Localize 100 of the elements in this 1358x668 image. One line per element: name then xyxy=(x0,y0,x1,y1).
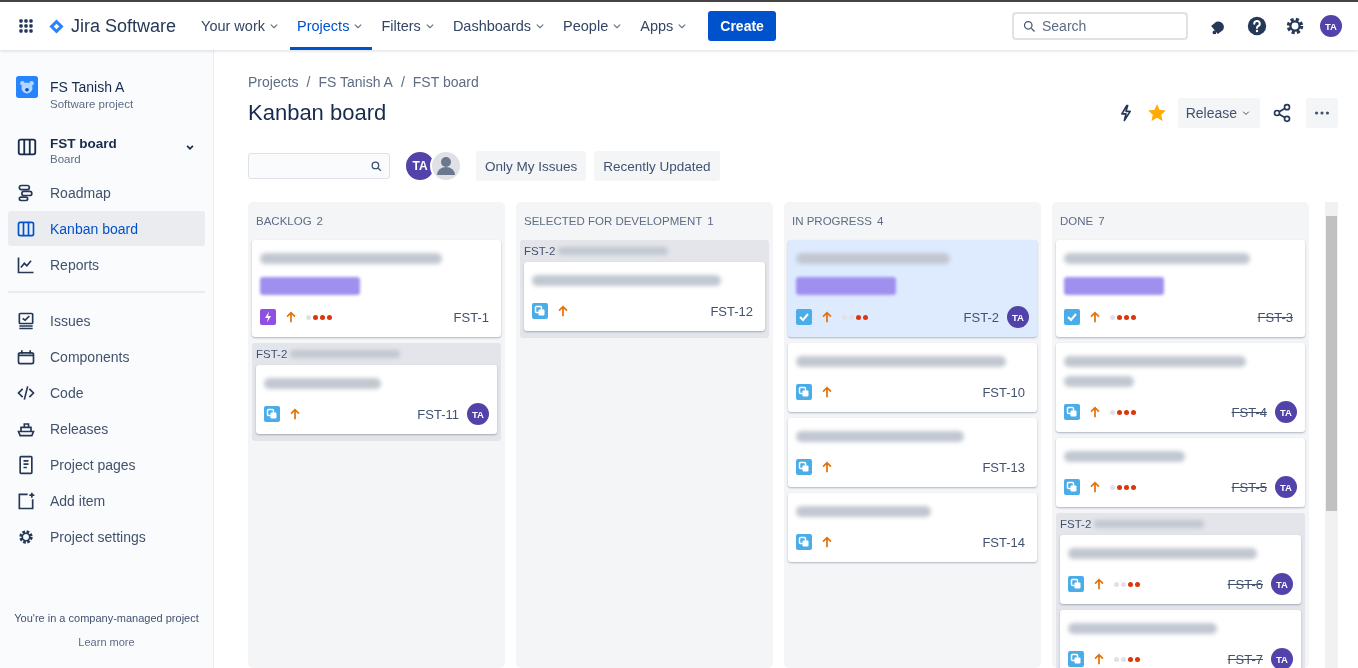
nav-menu[interactable]: Dashboards xyxy=(445,2,555,50)
priority-arrow-icon xyxy=(820,459,834,475)
sidebar-item[interactable]: Kanban board xyxy=(8,211,205,246)
parent-key[interactable]: FST-2 xyxy=(524,245,556,257)
issue-key[interactable]: FST-10 xyxy=(982,384,1025,400)
issue-key[interactable]: FST-14 xyxy=(982,534,1025,550)
page-icon xyxy=(16,454,36,475)
monitor-icon xyxy=(16,310,36,331)
share-icon[interactable] xyxy=(1272,103,1292,123)
priority-arrow-icon xyxy=(820,384,834,400)
sidebar-item[interactable]: Roadmap xyxy=(8,175,205,210)
assignee-avatar[interactable]: TA xyxy=(1271,573,1293,595)
sidebar-item[interactable]: Issues xyxy=(8,303,205,338)
priority-arrow-icon xyxy=(1088,404,1102,420)
sidebar-item[interactable]: Project pages xyxy=(8,447,205,482)
issue-key[interactable]: FST-1 xyxy=(453,309,489,325)
nav-menu[interactable]: Your work xyxy=(194,2,288,50)
issue-card[interactable]: FST-7 TA xyxy=(1060,610,1301,668)
scrollbar[interactable] xyxy=(1325,202,1338,668)
user-avatar[interactable]: TA xyxy=(1320,15,1342,37)
search-icon xyxy=(370,159,383,173)
priority-arrow-icon xyxy=(288,406,302,422)
issue-key[interactable]: FST-7 xyxy=(1227,651,1263,667)
diamond-logo-icon xyxy=(48,17,65,35)
filter-button[interactable]: Only My Issues xyxy=(476,151,587,181)
assignee-avatar[interactable]: TA xyxy=(1275,476,1297,498)
priority-arrow-icon xyxy=(556,303,570,319)
person-avatar-icon[interactable] xyxy=(430,150,462,182)
product-name[interactable]: Jira Software xyxy=(71,15,177,37)
filter-search-field[interactable] xyxy=(248,153,390,179)
learn-more-link[interactable]: Learn more xyxy=(8,636,205,648)
breadcrumb-link[interactable]: FST board xyxy=(412,74,479,90)
filter-button[interactable]: Recently Updated xyxy=(594,151,720,181)
issue-key[interactable]: FST-3 xyxy=(1257,309,1293,325)
issue-card[interactable]: FST-1 xyxy=(252,240,501,337)
issue-key[interactable]: FST-12 xyxy=(710,303,753,319)
issue-count: 2 xyxy=(316,215,323,227)
issue-card[interactable]: FST-14 xyxy=(788,493,1037,562)
breadcrumb-link[interactable]: Projects xyxy=(248,74,299,90)
priority-arrow-icon xyxy=(1088,309,1102,325)
priority-arrow-icon xyxy=(1088,479,1102,495)
issue-card[interactable]: FST-11 TA xyxy=(256,365,497,434)
nav-menu[interactable]: Filters xyxy=(374,2,444,50)
priority-arrow-icon xyxy=(1092,651,1106,667)
search-field[interactable]: Search xyxy=(1012,12,1188,40)
column-name: BACKLOG xyxy=(256,215,312,227)
project-type: Software project xyxy=(50,98,134,110)
sidebar-item[interactable]: Project settings xyxy=(8,519,205,554)
issue-card[interactable]: FST-10 xyxy=(788,343,1037,412)
sidebar-item[interactable]: Reports xyxy=(8,247,205,282)
help-icon[interactable] xyxy=(1246,15,1268,37)
priority-arrow-icon xyxy=(1092,576,1106,592)
nav-menu[interactable]: Apps xyxy=(633,2,697,50)
page-title: Kanban board xyxy=(248,100,388,126)
assignee-avatar[interactable]: TA xyxy=(1007,306,1029,328)
breadcrumb-separator: / xyxy=(400,74,405,90)
issue-key[interactable]: FST-13 xyxy=(982,459,1025,475)
settings-icon[interactable] xyxy=(1284,15,1306,37)
star-icon[interactable] xyxy=(1147,104,1166,122)
add-page-icon xyxy=(16,490,36,511)
sidebar-item[interactable]: Components xyxy=(8,339,205,374)
breadcrumb-link[interactable]: FS Tanish A xyxy=(318,74,393,90)
breadcrumb-separator: / xyxy=(306,74,311,90)
sidebar-item[interactable]: Code xyxy=(8,375,205,410)
nav-menu[interactable]: Projects xyxy=(290,2,373,50)
column-name: IN PROGRESS xyxy=(792,215,872,227)
release-button[interactable]: Release xyxy=(1177,98,1260,128)
nav-menu[interactable]: People xyxy=(556,2,632,50)
create-button[interactable]: Create xyxy=(708,11,776,41)
board-icon xyxy=(16,136,38,158)
issue-key[interactable]: FST-11 xyxy=(417,406,459,422)
roadmap-icon xyxy=(16,182,36,203)
issue-card[interactable]: FST-4 TA xyxy=(1056,343,1305,432)
footer-note: You're in a company-managed project xyxy=(13,612,200,624)
issue-card[interactable]: FST-2 TA xyxy=(788,240,1037,337)
assignee-avatar[interactable]: TA xyxy=(1271,648,1293,668)
issue-card[interactable]: FST-5 TA xyxy=(1056,438,1305,507)
issue-card[interactable]: FST-12 xyxy=(524,262,765,331)
priority-arrow-icon xyxy=(820,309,834,325)
project-name: FS Tanish A xyxy=(50,79,126,95)
board-name[interactable]: FST board xyxy=(50,136,171,151)
board-type: Board xyxy=(50,153,82,165)
issue-count: 1 xyxy=(707,215,714,227)
issue-key[interactable]: FST-4 xyxy=(1231,404,1267,420)
issue-card[interactable]: FST-13 xyxy=(788,418,1037,487)
issue-key[interactable]: FST-6 xyxy=(1227,576,1263,592)
assignee-avatar[interactable]: TA xyxy=(1275,401,1297,423)
priority-arrow-icon xyxy=(820,534,834,550)
issue-key[interactable]: FST-5 xyxy=(1231,479,1267,495)
assignee-avatar[interactable]: TA xyxy=(467,403,489,425)
parent-key[interactable]: FST-2 xyxy=(1060,518,1092,530)
more-icon xyxy=(1315,111,1329,115)
parent-key[interactable]: FST-2 xyxy=(256,348,288,360)
sidebar-item[interactable]: Add item xyxy=(8,483,205,518)
sidebar-item[interactable]: Releases xyxy=(8,411,205,446)
issue-card[interactable]: FST-3 xyxy=(1056,240,1305,337)
issue-key[interactable]: FST-2 xyxy=(963,309,999,325)
issue-card[interactable]: FST-6 TA xyxy=(1060,535,1301,604)
priority-arrow-icon xyxy=(284,309,298,325)
apps-menu-icon[interactable] xyxy=(16,16,36,36)
